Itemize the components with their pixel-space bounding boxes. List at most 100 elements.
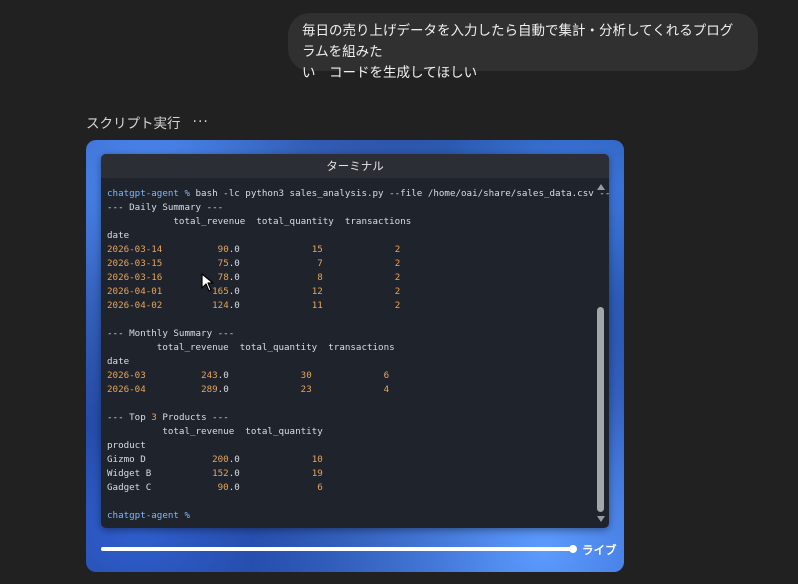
terminal-line: total_revenue total_quantity transaction… [107,215,589,229]
terminal-scrollbar[interactable] [595,180,607,526]
terminal-line: Gizmo D 200.0 10 [107,453,589,467]
playback-progress-knob[interactable] [569,545,577,553]
terminal-text: total_revenue total_quantity transaction… [107,342,395,353]
terminal-line: Gadget C 90.0 6 [107,481,589,495]
terminal-text: .0 [228,454,312,465]
terminal-prompt: chatgpt-agent % [107,510,196,521]
terminal-text: --- Daily Summary --- [107,202,224,213]
terminal-line: --- Top 3 Products --- [107,411,589,425]
terminal-text: date [107,230,130,241]
terminal-text: --- Top [107,412,152,423]
terminal-text: 289 [201,384,218,395]
terminal-line: product [107,439,589,453]
terminal-text: .0 [217,384,301,395]
terminal-text: 2026-04-02 [107,300,163,311]
terminal-text: total_revenue total_quantity [107,426,323,437]
tool-output-card: ターミナル chatgpt-agent % bash -lc python3 s… [86,140,624,572]
user-message-bubble: 毎日の売り上げデータを入力したら自動で集計・分析してくれるプログラムを組みた い… [288,13,758,81]
terminal-text: 11 [311,300,323,311]
terminal-text: 78 [217,272,229,283]
terminal-text: 15 [311,244,323,255]
terminal-text: 243 [201,370,218,381]
terminal-line: total_revenue total_quantity [107,425,589,439]
terminal-line: chatgpt-agent % bash -lc python3 sales_a… [107,187,609,201]
terminal-line: chatgpt-agent % [107,509,589,523]
terminal-text: date [107,356,130,367]
terminal-text: 2 [394,244,401,255]
terminal-text: --- Monthly Summary --- [107,328,235,339]
terminal-text: 10 [311,454,323,465]
terminal-line: date [107,229,589,243]
terminal-prompt: chatgpt-agent % [107,188,196,199]
more-options-icon[interactable]: ··· [193,114,209,130]
terminal-title: ターミナル [101,154,609,178]
terminal-text: .0 [228,468,312,479]
terminal-text: Gadget C [107,482,218,493]
terminal-text: 2 [394,258,401,269]
user-message-line-1: 毎日の売り上げデータを入力したら自動で集計・分析してくれるプログラムを組みた [302,23,734,60]
terminal-line: 2026-03-16 78.0 8 2 [107,271,589,285]
terminal-text: 2026-03-15 [107,258,163,269]
terminal-text: 2026-03-16 [107,272,163,283]
terminal-line: 2026-03-14 90.0 15 2 [107,243,589,257]
terminal-line: --- Monthly Summary --- [107,327,589,341]
scrollbar-thumb[interactable] [597,307,604,512]
terminal-text: .0 [228,300,312,311]
terminal-text: bash -lc python3 sales_analysis.py --fil… [195,188,609,199]
terminal-line: 2026-04-02 124.0 11 2 [107,299,589,313]
terminal-text: .0 [228,272,318,283]
user-message-line-2: い コードを生成してほしい [302,65,478,81]
terminal-text: .0 [228,258,318,269]
tool-header: スクリプト実行 ··· [86,112,209,132]
terminal-text: product [107,440,146,451]
terminal-text: .0 [228,244,312,255]
live-button[interactable]: ライブ [582,542,617,558]
terminal-text: 2026-04 [107,384,146,395]
terminal-line: 2026-03-15 75.0 7 2 [107,257,589,271]
terminal-text: 90 [217,244,229,255]
terminal-text: 30 [300,370,312,381]
playback-progress-track[interactable] [101,545,577,553]
terminal-text: Gizmo D [107,454,213,465]
terminal-line: --- Daily Summary --- [107,201,589,215]
tool-label: スクリプト実行 [86,116,181,132]
terminal-text: 2 [394,300,401,311]
terminal-text: 4 [383,384,390,395]
mouse-pointer-icon [201,273,214,292]
terminal-text: .0 [217,370,301,381]
terminal-text: 23 [300,384,312,395]
terminal-text: 2 [394,272,401,283]
terminal-text: 2026-04-01 [107,286,163,297]
terminal-line: 2026-03 243.0 30 6 [107,369,589,383]
terminal-text: 90 [217,482,229,493]
terminal-text: 75 [217,258,229,269]
scroll-up-icon[interactable] [597,184,605,190]
terminal-text: 2 [394,286,401,297]
terminal-line: date [107,355,589,369]
terminal-text: 124 [212,300,229,311]
terminal-text: .0 [228,286,312,297]
terminal-text: Products --- [156,412,229,423]
terminal-line: Widget B 152.0 19 [107,467,589,481]
terminal-text: total_revenue total_quantity transaction… [107,216,412,227]
terminal-window: ターミナル chatgpt-agent % bash -lc python3 s… [101,154,609,528]
terminal-line: 2026-04-01 165.0 12 2 [107,285,589,299]
playback-progress-fill [101,547,573,551]
terminal-text: 2026-03 [107,370,146,381]
terminal-text: 152 [212,468,229,479]
terminal-text: Widget B [107,468,213,479]
terminal-text: 12 [311,286,323,297]
scroll-down-icon[interactable] [597,516,605,522]
